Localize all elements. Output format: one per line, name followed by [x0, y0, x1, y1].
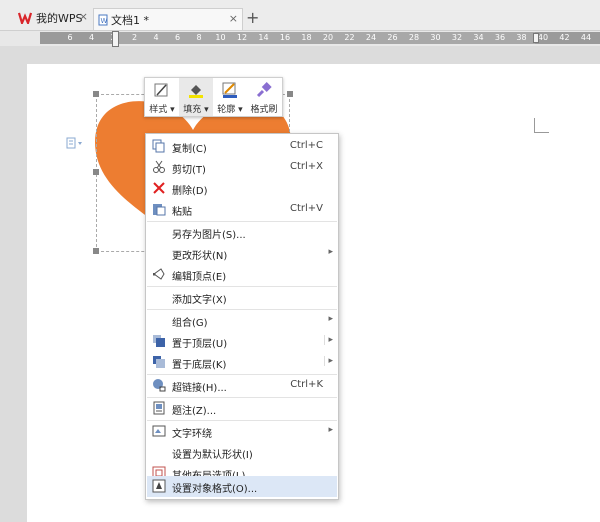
ruler-tick-label: 32 — [451, 33, 463, 42]
globe-link-icon — [153, 379, 166, 392]
menu-item-save-as-image[interactable]: 另存为图片(S)... — [147, 222, 337, 243]
copy-icon — [152, 139, 165, 153]
document-icon: W — [98, 14, 108, 25]
format-object-icon — [152, 479, 166, 493]
ruler-tick-label: 6 — [174, 33, 181, 42]
menu-item-paste[interactable]: 粘贴 Ctrl+V — [147, 199, 337, 220]
resize-handle[interactable] — [93, 169, 99, 175]
page-margin-marker — [534, 118, 549, 133]
menu-item-text-wrap[interactable]: 文字环绕 ▸ — [147, 421, 337, 442]
submenu-arrow-icon: ▸ — [324, 356, 333, 366]
delete-x-icon — [153, 182, 165, 194]
menu-item-bring-to-front[interactable]: 置于顶层(U) ▸ — [147, 331, 337, 352]
style-label: 样式 — [149, 105, 168, 115]
menu-item-edit-points[interactable]: 编辑顶点(E) — [147, 264, 337, 285]
ruler-tick-label: 14 — [258, 33, 269, 42]
format-painter-button[interactable]: 格式刷 — [247, 78, 281, 116]
menu-item-group[interactable]: 组合(G) ▸ — [147, 310, 337, 331]
ruler-tick-label: 16 — [279, 33, 291, 42]
resize-handle[interactable] — [93, 91, 99, 97]
menu-item-copy[interactable]: 复制(C) Ctrl+C — [147, 136, 337, 157]
bring-to-front-icon — [153, 335, 165, 347]
edit-points-icon — [153, 268, 165, 280]
menu-item-send-to-back[interactable]: 置于底层(K) ▸ — [147, 352, 337, 373]
mini-toolbar: 样式 ▾ 填充 ▾ 轮廓 ▾ 格式刷 — [144, 77, 283, 117]
ruler-tick-label: 8 — [196, 33, 202, 42]
outline-label: 轮廓 — [217, 105, 236, 115]
caption-icon — [153, 401, 165, 415]
fill-button[interactable]: 填充 ▾ — [179, 78, 213, 116]
scissors-icon — [153, 160, 165, 173]
ruler-tick-label: 4 — [153, 33, 159, 42]
tab-document-label: 文档1 * — [111, 13, 149, 27]
ruler-right-marker[interactable] — [533, 33, 539, 43]
resize-handle[interactable] — [287, 91, 293, 97]
ruler-tick-label: 18 — [301, 33, 312, 42]
menu-item-change-shape[interactable]: 更改形状(N) ▸ — [147, 243, 337, 264]
text-wrap-icon — [152, 425, 166, 437]
tab-bar: 我的WPS × W 文档1 * × + — [0, 0, 600, 31]
tab-my-wps[interactable]: 我的WPS × — [2, 7, 92, 29]
menu-item-add-text[interactable]: 添加文字(X) — [147, 287, 337, 308]
ruler-tick-label: 24 — [365, 33, 377, 42]
paragraph-layout-icon[interactable] — [66, 137, 84, 152]
ruler-tick-label: 12 — [236, 33, 248, 42]
new-tab-button[interactable]: + — [246, 8, 259, 27]
paste-icon — [153, 204, 166, 216]
ruler-tick-label: 10 — [215, 33, 226, 42]
menu-item-cut[interactable]: 剪切(T) Ctrl+X — [147, 157, 337, 178]
menu-item-hyperlink[interactable]: 超链接(H)... Ctrl+K — [147, 375, 337, 396]
ruler-tick-label: 20 — [322, 33, 334, 42]
submenu-arrow-icon: ▸ — [328, 247, 333, 257]
ruler-tick-label: 22 — [344, 33, 355, 42]
ruler-tick-label: 6 — [67, 33, 73, 42]
svg-text:W: W — [101, 17, 108, 25]
pen-icon — [154, 83, 168, 97]
outline-button[interactable]: 轮廓 ▾ — [213, 78, 247, 116]
close-icon[interactable]: × — [79, 10, 88, 23]
tab-document[interactable]: W 文档1 * × — [93, 8, 243, 30]
ruler-tick-label: 4 — [88, 33, 95, 42]
fill-label: 填充 — [183, 105, 202, 115]
paintbrush-icon — [256, 82, 272, 98]
ruler-indent-marker[interactable] — [112, 31, 119, 47]
paint-bucket-icon — [189, 85, 203, 98]
wps-logo-icon — [18, 12, 32, 24]
menu-item-set-default-shape[interactable]: 设置为默认形状(I) — [147, 442, 337, 463]
ruler-tick-label: 44 — [580, 33, 592, 42]
submenu-arrow-icon: ▸ — [328, 425, 333, 435]
ruler-tick-label: 26 — [387, 33, 398, 42]
send-to-back-icon — [153, 356, 165, 368]
context-menu: 复制(C) Ctrl+C 剪切(T) Ctrl+X 删除(D) 粘贴 Ctrl+… — [145, 133, 339, 500]
style-button[interactable]: 样式 ▾ — [145, 78, 179, 116]
menu-item-format-object[interactable]: 设置对象格式(O)... — [147, 476, 337, 497]
menu-item-caption[interactable]: 题注(Z)... — [147, 398, 337, 419]
resize-handle[interactable] — [93, 248, 99, 254]
submenu-arrow-icon: ▸ — [328, 314, 333, 324]
tab-my-wps-label: 我的WPS — [36, 12, 83, 25]
ruler-tick-label: 36 — [494, 33, 506, 42]
ruler-tick-label: 42 — [559, 33, 570, 42]
submenu-arrow-icon: ▸ — [324, 335, 333, 345]
menu-item-delete[interactable]: 删除(D) — [147, 178, 337, 199]
close-icon[interactable]: × — [229, 12, 238, 25]
ruler-tick-label: 38 — [516, 33, 527, 42]
ruler-tick-label: 34 — [473, 33, 484, 42]
ruler-tick-label: 2 — [131, 33, 138, 42]
pencil-icon — [222, 82, 237, 98]
ruler-tick-label: 28 — [408, 33, 420, 42]
ruler-tick-label: 30 — [430, 33, 441, 42]
format-painter-label: 格式刷 — [250, 105, 278, 115]
